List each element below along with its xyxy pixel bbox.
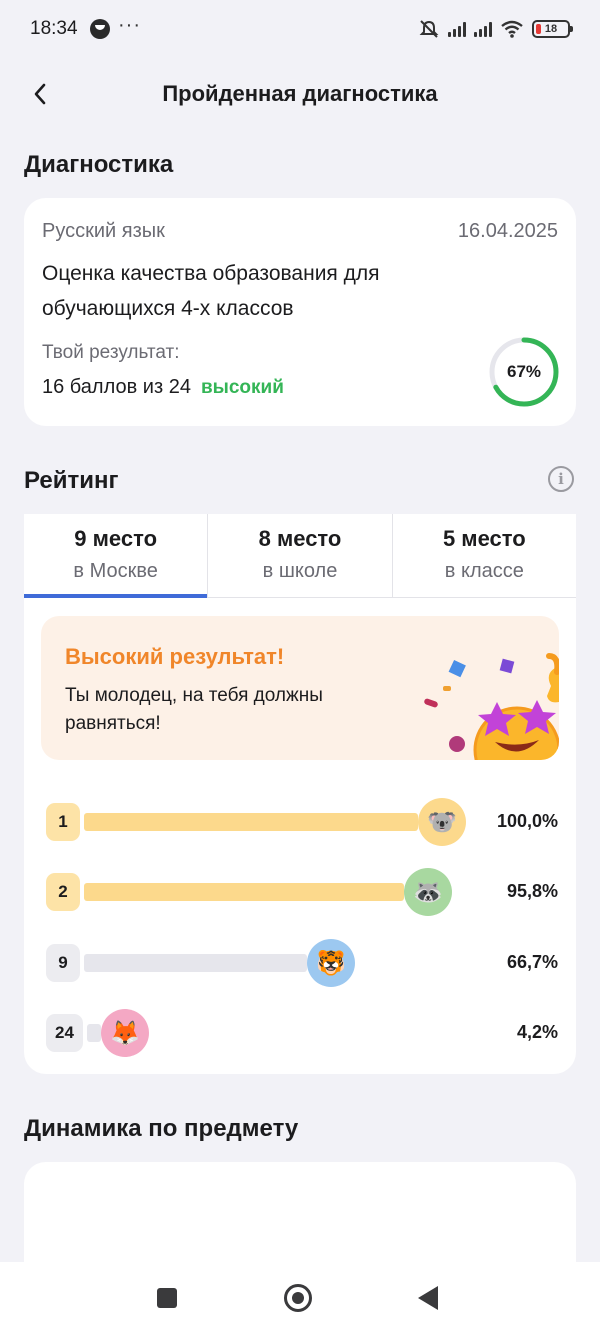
home-icon[interactable] [284,1284,312,1312]
rank-badge: 24 [46,1014,83,1052]
chat-bubble-icon [90,19,110,39]
fox-avatar: 🦊 [101,1009,149,1057]
rating-section-title: Рейтинг [24,467,119,494]
top-app-bar: Пройденная диагностика [0,66,600,122]
diagnostic-name: Оценка качества образования для обучающи… [42,262,380,320]
tab-school[interactable]: 8 место в школе [207,514,391,597]
result-progress-ring: 67% [488,336,560,408]
info-icon[interactable]: i [548,466,574,492]
score-text: 16 баллов из 24 [42,376,191,398]
leaderboard-row: 24 🦊 4,2% [46,1009,558,1057]
status-time: 18:34 [30,18,78,39]
tab-place: 8 место [258,526,342,551]
dynamics-card [24,1162,576,1272]
rank-badge: 1 [46,803,80,841]
banner-title: Высокий результат! [65,644,285,669]
banner-text: Ты молодец, на тебя должны равняться! [65,685,323,734]
page-title: Пройденная диагностика [162,81,438,106]
rank-progress-bar [84,813,418,831]
system-nav-bar [0,1262,600,1333]
signal-icon [474,21,492,37]
rank-badge: 9 [46,944,80,982]
tab-scope: в классе [444,560,524,582]
back-icon[interactable] [418,1286,438,1310]
achievement-banner: Высокий результат! Ты молодец, на тебя д… [41,616,559,760]
tab-moscow[interactable]: 9 место в Москве [24,514,208,598]
dynamics-section-title: Динамика по предмету [24,1115,299,1142]
level-badge: высокий [200,377,284,398]
rating-card: Высокий результат! Ты молодец, на тебя д… [24,598,576,1074]
wifi-icon [501,20,523,38]
rank-percent: 4,2% [516,1022,558,1042]
diagnostic-date: 16.04.2025 [457,220,558,242]
koala-avatar: 🐨 [418,798,466,846]
more-notifications-icon: ··· [118,14,141,36]
leaderboard-row: 1 🐨 100,0% [46,798,558,846]
raccoon-avatar: 🦝 [404,868,452,916]
tab-class[interactable]: 5 место в классе [391,514,576,597]
diagnostics-section-title: Диагностика [24,151,174,178]
rank-progress-bar [87,1024,101,1042]
mute-icon [419,20,439,38]
rank-percent: 66,7% [506,952,558,972]
leaderboard-row: 9 🐯 66,7% [46,939,558,987]
tab-place: 5 место [442,526,526,551]
result-percent: 67% [506,362,542,381]
tiger-avatar: 🐯 [307,939,355,987]
rating-tabs: 9 место в Москве 8 место в школе 5 место… [24,514,576,598]
signal-icon [448,21,466,37]
battery-icon: 18 [532,20,573,38]
diagnostic-card[interactable]: Русский язык 16.04.2025 Оценка качества … [24,198,576,426]
tab-scope: в Москве [73,560,158,582]
rank-progress-bar [84,883,404,901]
result-label: Твой результат: [42,342,180,363]
recent-apps-icon[interactable] [157,1288,177,1308]
leaderboard-row: 2 🦝 95,8% [46,868,558,916]
status-bar: 18:34 ··· 18 [0,0,600,60]
rank-badge: 2 [46,873,80,911]
rank-progress-bar [84,954,307,972]
rank-percent: 100,0% [496,811,558,831]
star-eyes-emoji-illustration [424,653,559,760]
result-score: 16 баллов из 24 высокий [42,376,284,399]
tab-scope: в школе [262,560,338,582]
diagnostic-subject: Русский язык [42,220,165,242]
status-icons: 18 [418,16,573,42]
tab-place: 9 место [74,526,158,551]
rank-percent: 95,8% [506,881,558,901]
